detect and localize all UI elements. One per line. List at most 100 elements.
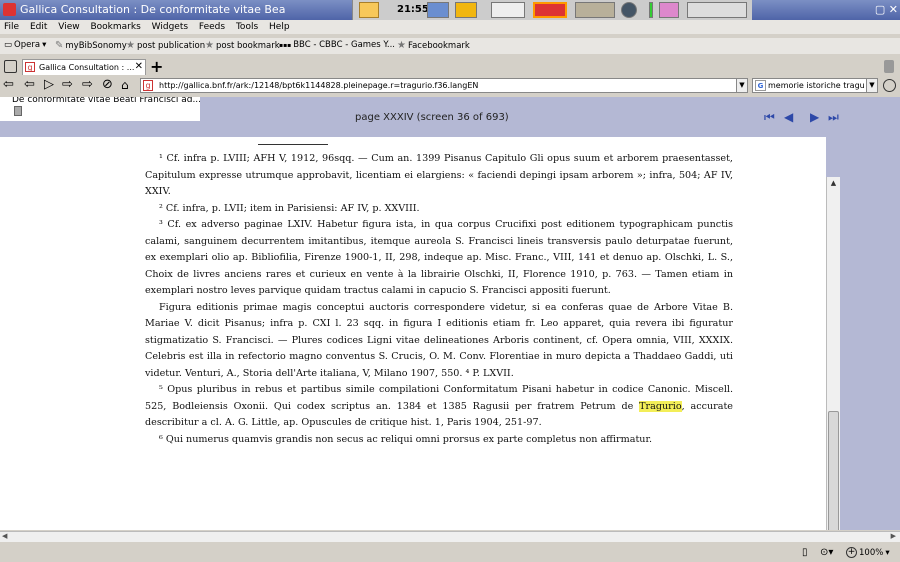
footnote-rule xyxy=(258,144,328,145)
panel-toggle-icon[interactable] xyxy=(4,60,17,73)
forward-icon[interactable]: ⇨ xyxy=(62,78,73,92)
drop-icon[interactable] xyxy=(621,2,637,18)
home-icon[interactable]: ⌂ xyxy=(121,78,129,92)
footnote-5: ⁵ Opus pluribus in rebus et partibus sim… xyxy=(145,382,733,432)
applet-icon[interactable] xyxy=(659,2,679,18)
search-highlight: Tragurio xyxy=(639,400,682,412)
document-title[interactable]: De conformitate vitae Beati Francisci ad… xyxy=(12,97,201,105)
last-page-icon[interactable]: ⏭ xyxy=(828,110,839,125)
back-icon[interactable]: ⇦ xyxy=(3,78,14,92)
scanned-text: ¹ Cf. infra p. LVIII; AFH V, 1912, 96sqq… xyxy=(145,151,733,448)
bookmark-mybibsonomy[interactable]: ✎ myBibSonomy xyxy=(55,40,127,51)
status-bar: ▯ ⊙▾ + 100% ▾ xyxy=(0,543,900,562)
bookmark-label: post publication xyxy=(136,40,206,51)
horizontal-scrollbar[interactable]: ◀ ▶ xyxy=(0,531,900,542)
view-icon[interactable]: ⊙▾ xyxy=(820,547,833,558)
star-icon: ★ xyxy=(126,40,135,51)
menu-view[interactable]: View xyxy=(58,20,79,34)
bookmark-facebookmark[interactable]: ★ Facebookmark xyxy=(397,40,470,51)
menu-help[interactable]: Help xyxy=(269,20,290,34)
system-tray: 21:55 xyxy=(352,0,752,20)
folder-icon: ▭ xyxy=(4,40,13,50)
menu-tools[interactable]: Tools xyxy=(236,20,258,34)
bookmark-bbc[interactable]: ▪▪▪ BBC - CBBC - Games Y... xyxy=(279,40,395,50)
document-icon[interactable] xyxy=(14,106,22,116)
window-controls[interactable]: ▢ ✕ xyxy=(875,3,898,16)
rewind-icon[interactable]: ⇦ xyxy=(24,78,35,92)
zoom-level: 100% xyxy=(859,547,884,558)
tab-label: Gallica Consultation : ... xyxy=(39,63,135,72)
window-title: Gallica Consultation : De conformitate v… xyxy=(20,3,286,16)
menu-bookmarks[interactable]: Bookmarks xyxy=(90,20,140,34)
opera-icon xyxy=(3,3,16,16)
close-icon[interactable]: ✕ xyxy=(135,61,143,72)
bookmark-label: Opera xyxy=(14,40,41,50)
page-content: De conformitate vitae Beati Francisci ad… xyxy=(0,97,900,530)
star-icon: ★ xyxy=(205,40,214,51)
panel-icon[interactable]: ▯ xyxy=(802,547,808,558)
chevron-down-icon: ▾ xyxy=(42,40,47,50)
task-slot[interactable] xyxy=(575,2,615,18)
previous-page-icon[interactable]: ◀ xyxy=(784,110,793,124)
page-indicator: page XXXIV (screen 36 of 693) xyxy=(355,112,509,123)
tab-bar: g Gallica Consultation : ... ✕ + xyxy=(0,57,900,76)
footnote-2: ² Cf. infra, p. LVII; item in Parisiensi… xyxy=(159,202,420,214)
search-input[interactable]: G memorie istoriche tragurio ▼ xyxy=(752,78,878,93)
search-text: memorie istoriche tragurio xyxy=(768,81,864,90)
google-icon[interactable]: G xyxy=(755,80,766,91)
first-page-icon[interactable]: ⏮ xyxy=(764,110,775,125)
face-icon[interactable] xyxy=(427,2,449,18)
bookmark-opera[interactable]: ▭ Opera ▾ xyxy=(4,40,46,50)
star-icon: ★ xyxy=(397,40,406,51)
battery-icon xyxy=(649,2,653,18)
trash-icon[interactable] xyxy=(884,60,894,73)
zoom-control[interactable]: + 100% ▾ xyxy=(846,547,890,558)
gallica-favicon-icon: g xyxy=(143,80,153,91)
search-icon[interactable] xyxy=(883,79,896,92)
bookmarks-bar: ▭ Opera ▾ ✎ myBibSonomy ★ post publication ★… xyxy=(0,38,900,54)
footnote-3: ³ Cf. ex adverso paginae LXIV. Habetur f… xyxy=(145,219,733,296)
chevron-down-icon[interactable]: ▼ xyxy=(866,79,877,92)
cup-icon[interactable] xyxy=(359,2,379,18)
tab-gallica[interactable]: g Gallica Consultation : ... ✕ xyxy=(22,59,146,75)
bookmark-label: myBibSonomy xyxy=(65,40,127,51)
menu-feeds[interactable]: Feeds xyxy=(199,20,225,34)
panel-buttons[interactable] xyxy=(687,2,747,18)
opera-task-icon[interactable] xyxy=(533,2,567,18)
bbc-icon: ▪▪▪ xyxy=(279,41,292,49)
script-icon: ✎ xyxy=(55,40,64,51)
vertical-scrollbar[interactable]: ▲ ▼ xyxy=(826,177,840,530)
scroll-right-icon[interactable]: ▶ xyxy=(891,532,896,540)
fast-forward-icon[interactable]: ⇨ xyxy=(82,78,93,92)
footnote-1: ¹ Cf. infra p. LVIII; AFH V, 1912, 96sqq… xyxy=(145,153,733,197)
puzzle-icon[interactable] xyxy=(455,2,477,18)
zoom-icon[interactable]: + xyxy=(846,547,857,558)
bookmark-label: Facebookmark xyxy=(407,40,470,51)
clock: 21:55 xyxy=(397,4,429,15)
document-view[interactable]: ¹ Cf. infra p. LVIII; AFH V, 1912, 96sqq… xyxy=(0,137,840,530)
window-titlebar: Gallica Consultation : De conformitate v… xyxy=(0,0,900,20)
bookmark-label: post bookmark xyxy=(215,40,280,51)
menu-bar: File Edit View Bookmarks Widgets Feeds T… xyxy=(0,20,900,34)
bookmark-label: BBC - CBBC - Games Y... xyxy=(293,40,395,50)
scroll-thumb[interactable] xyxy=(828,411,839,530)
next-page-icon[interactable]: ▶ xyxy=(810,110,819,124)
paragraph: Figura editionis primae magis conceptui … xyxy=(145,301,733,379)
bookmark-post-publication[interactable]: ★ post publication xyxy=(126,40,205,51)
chevron-down-icon[interactable]: ▾ xyxy=(885,548,889,558)
footnote-6: ⁶ Qui numerus quamvis grandis non secus … xyxy=(159,433,653,445)
url-text: http://gallica.bnf.fr/ark:/12148/bpt6k11… xyxy=(159,81,479,90)
menu-edit[interactable]: Edit xyxy=(30,20,47,34)
url-input[interactable]: g http://gallica.bnf.fr/ark:/12148/bpt6k… xyxy=(140,78,748,93)
bookmark-post-bookmark[interactable]: ★ post bookmark xyxy=(205,40,280,51)
menu-file[interactable]: File xyxy=(4,20,19,34)
address-bar: ⇦ ⇦ ▷ ⇨ ⇨ ⊘ ⌂ g http://gallica.bnf.fr/ar… xyxy=(0,77,900,95)
menu-widgets[interactable]: Widgets xyxy=(152,20,188,34)
chevron-down-icon[interactable]: ▼ xyxy=(736,79,747,92)
scroll-left-icon[interactable]: ◀ xyxy=(2,532,7,540)
window-thumbnail-icon[interactable] xyxy=(491,2,525,18)
play-icon[interactable]: ▷ xyxy=(44,78,54,92)
new-tab-button[interactable]: + xyxy=(150,57,163,76)
scroll-up-icon[interactable]: ▲ xyxy=(828,178,839,189)
stop-icon[interactable]: ⊘ xyxy=(102,78,113,92)
